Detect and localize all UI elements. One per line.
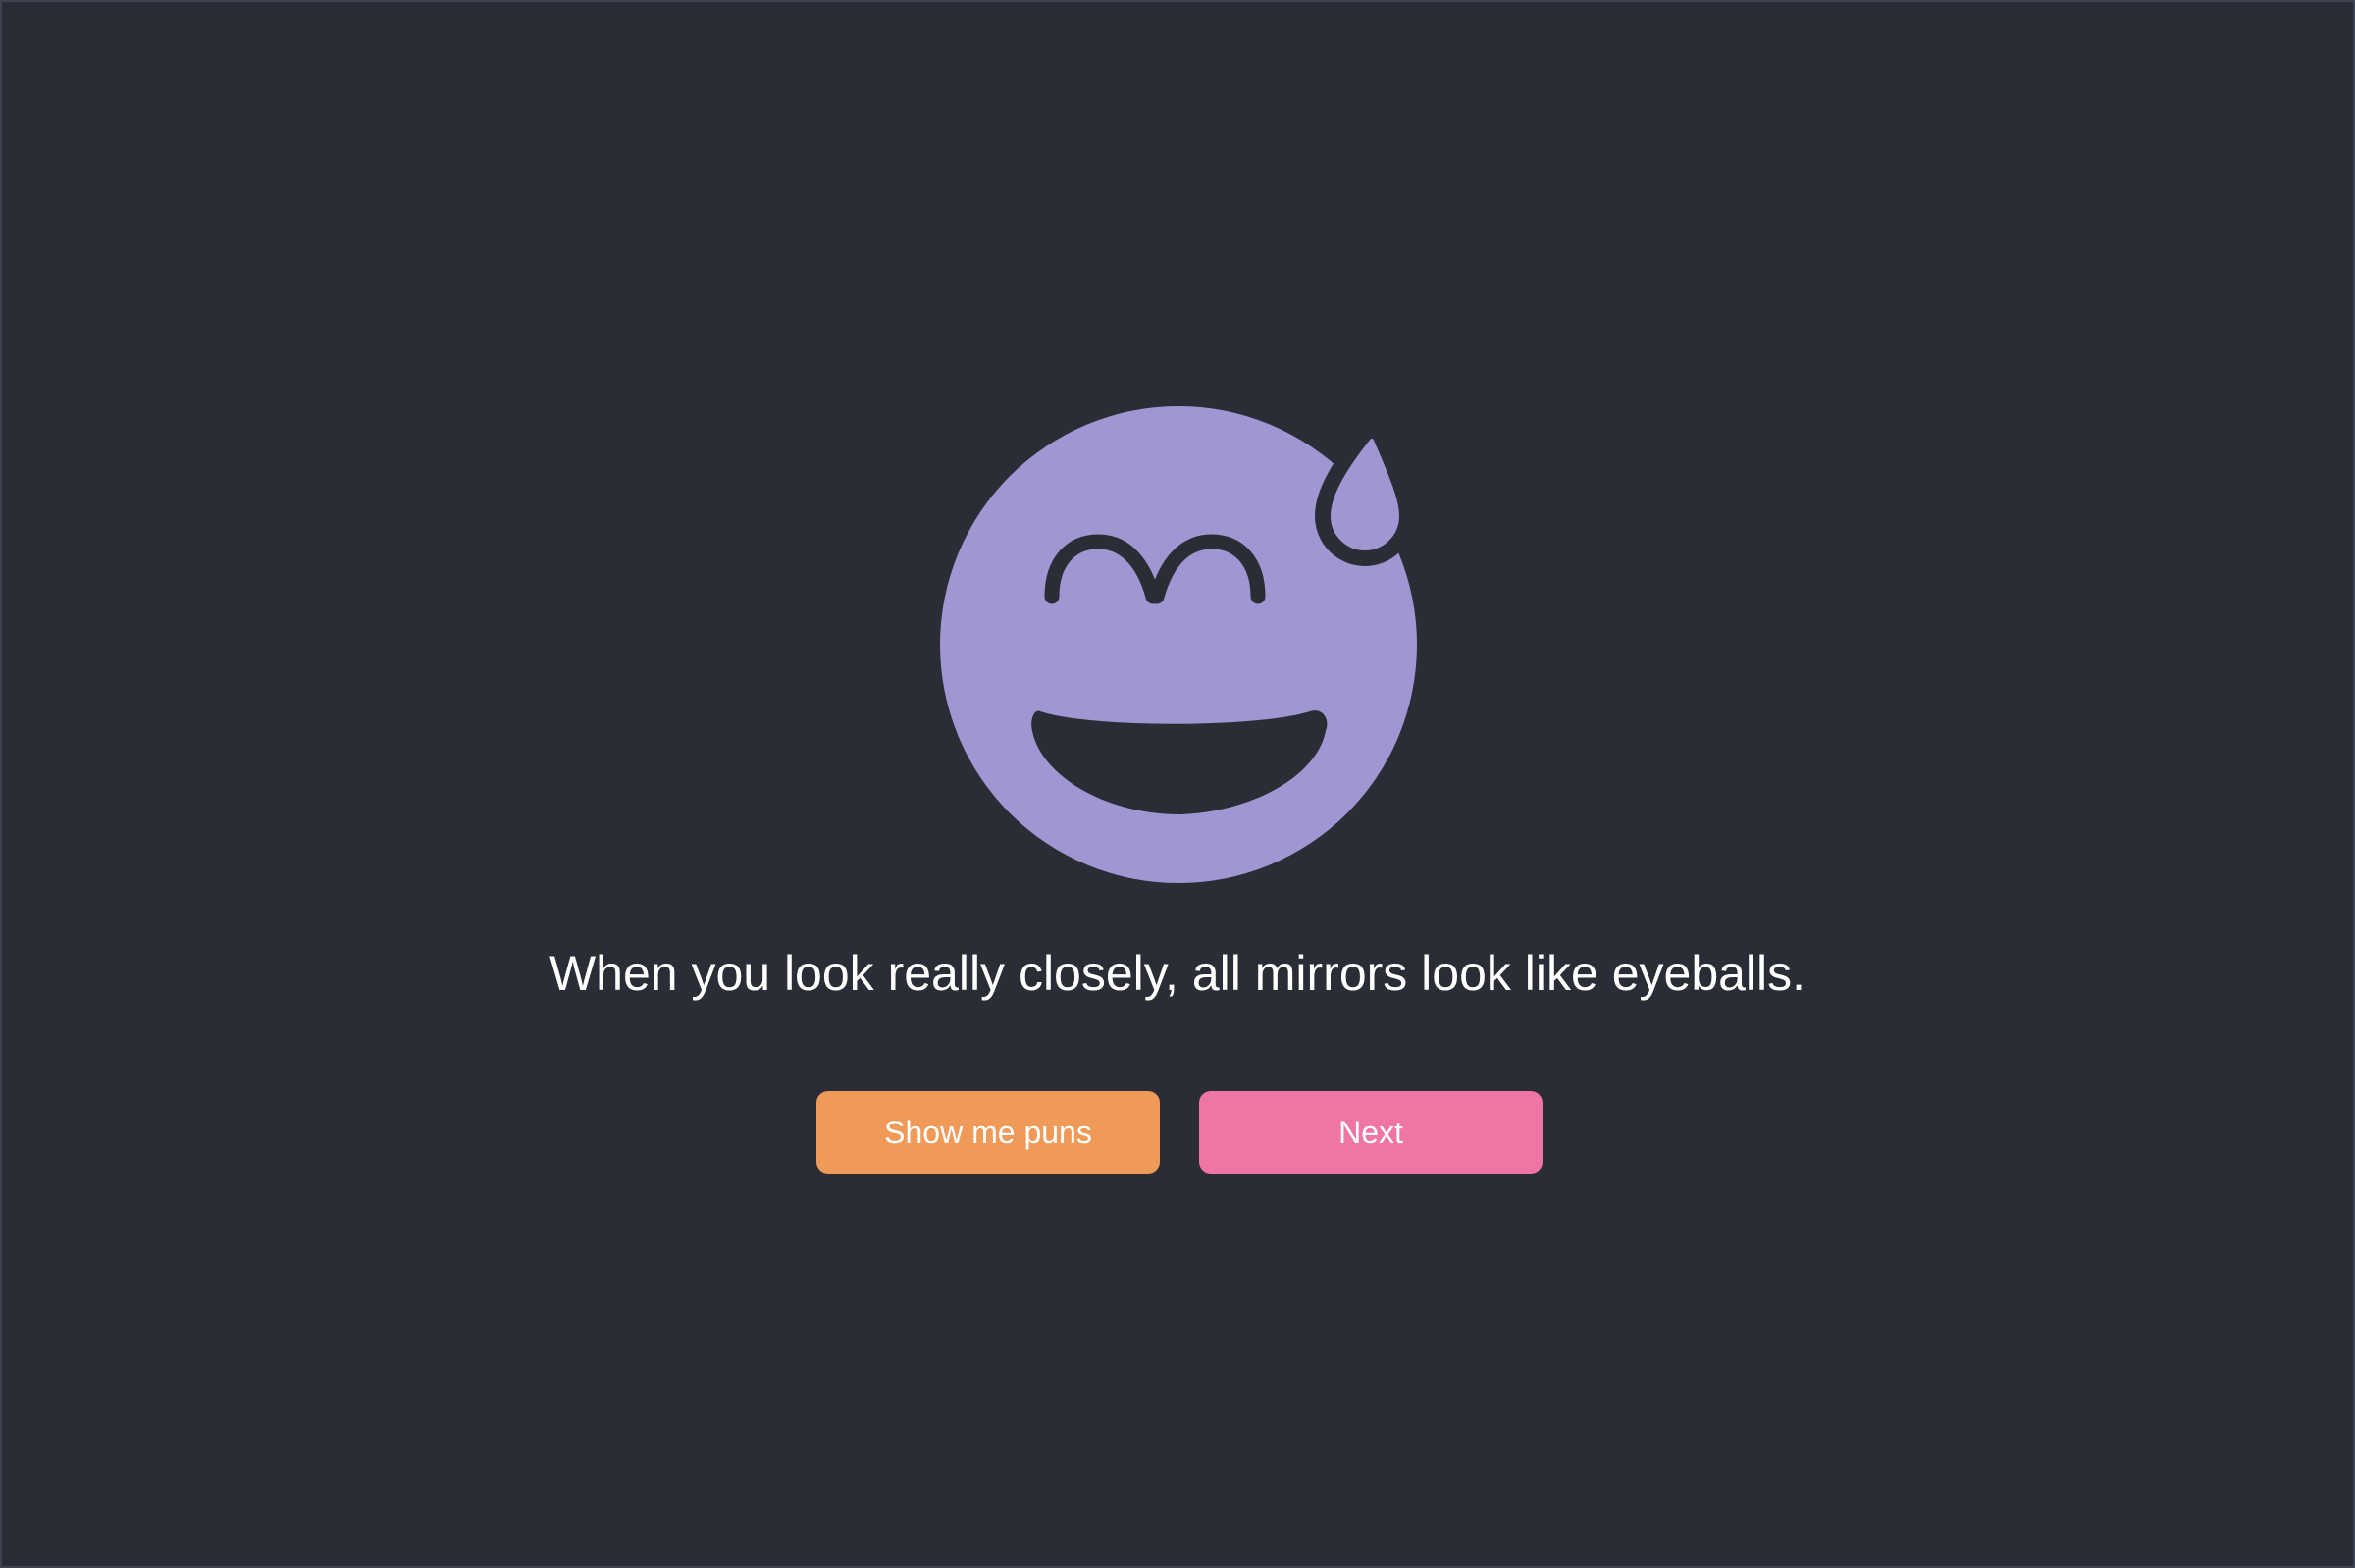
joke-text: When you look really closely, all mirror… <box>549 946 1806 1001</box>
grinning-face-with-sweat-icon <box>940 406 1417 883</box>
app-window: When you look really closely, all mirror… <box>0 0 2355 1568</box>
show-me-puns-button[interactable]: Show me puns <box>816 1091 1160 1174</box>
next-button[interactable]: Next <box>1199 1091 1543 1174</box>
emoji-illustration <box>933 394 1424 885</box>
action-buttons: Show me puns Next <box>816 1091 1543 1174</box>
